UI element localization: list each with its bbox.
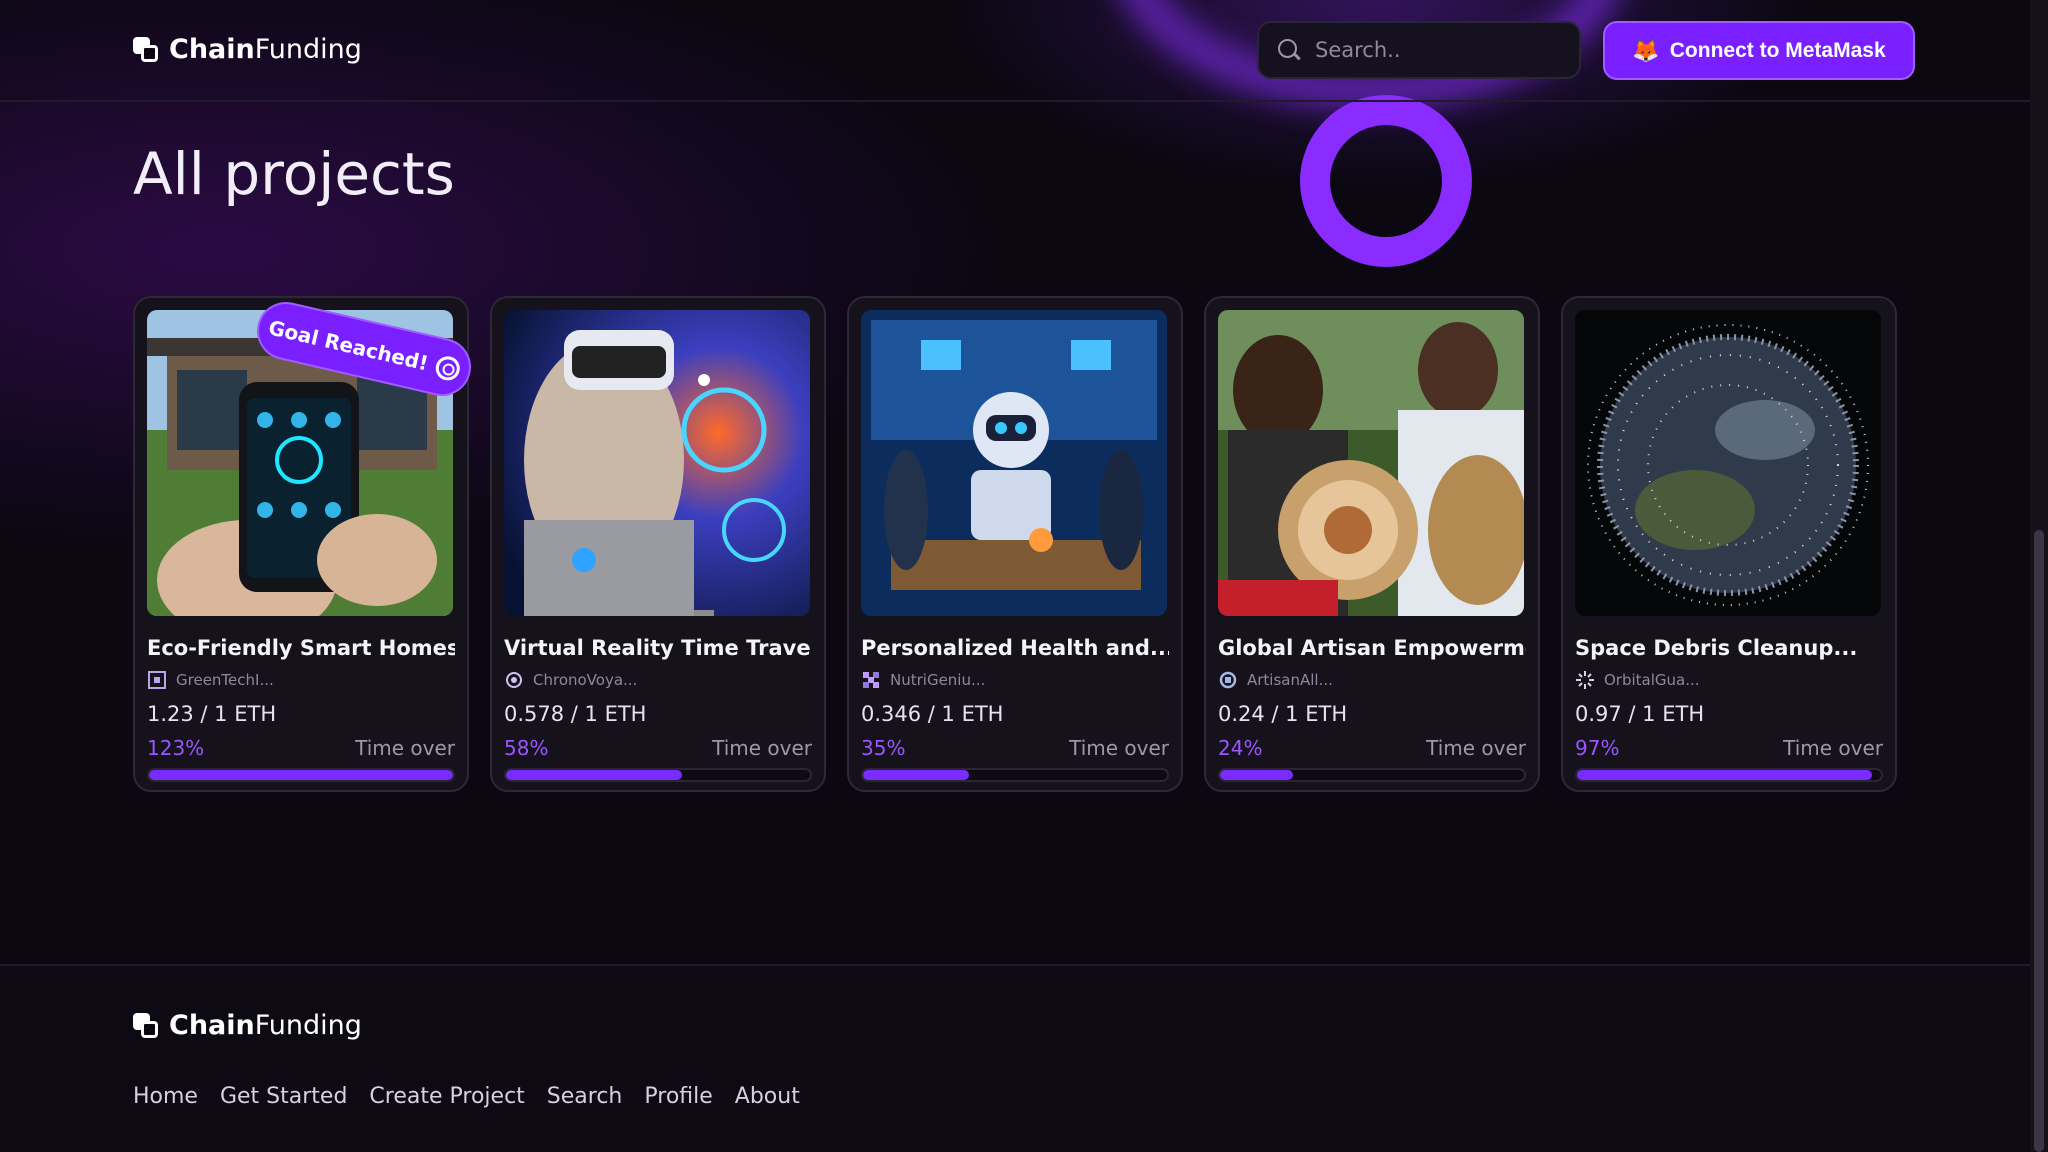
funding-progress-bar [1575,768,1883,782]
footer-nav: Home Get Started Create Project Search P… [133,1084,800,1109]
funding-percent: 58% [504,736,549,760]
footer-link-search[interactable]: Search [547,1084,623,1109]
funding-amount: 0.97 / 1 ETH [1575,702,1705,726]
footer-brand-logo[interactable]: ChainFunding [133,1010,362,1041]
chain-logo-icon [133,1012,159,1039]
creator-name: OrbitalGua... [1604,671,1700,689]
project-card[interactable]: Global Artisan Empowerme... ArtisanAll..… [1204,296,1540,792]
funding-percent: 123% [147,736,205,760]
footer-link-about[interactable]: About [735,1084,800,1109]
funding-amount: 0.24 / 1 ETH [1218,702,1348,726]
target-icon [432,353,462,383]
page-footer: ChainFunding Home Get Started Create Pro… [0,964,2030,1152]
creator-name: ChronoVoya... [533,671,638,689]
progress-fill [506,770,683,780]
funding-progress-bar [147,768,455,782]
time-status: Time over [1426,736,1526,760]
page: ChainFunding 🦊 Connect to MetaMask All p… [0,0,2048,1152]
funding-amount: 0.346 / 1 ETH [861,702,1004,726]
scrollbar-thumb[interactable] [2034,530,2044,1152]
project-card[interactable]: Personalized Health and... NutriGeniu...… [847,296,1183,792]
brand-logo[interactable]: ChainFunding [133,34,362,65]
progress-fill [863,770,970,780]
funding-percent: 35% [861,736,906,760]
funding-amount: 0.578 / 1 ETH [504,702,647,726]
project-creator[interactable]: NutriGeniu... [861,670,1169,690]
time-status: Time over [1069,736,1169,760]
funding-progress-bar [1218,768,1526,782]
top-header: ChainFunding 🦊 Connect to MetaMask [0,0,2030,102]
progress-fill [149,770,453,780]
creator-avatar-icon [1219,671,1237,689]
brand-name-light: Funding [254,1010,362,1041]
project-image-health [861,310,1167,616]
project-card[interactable]: Virtual Reality Time Travel... ChronoVoy… [490,296,826,792]
time-status: Time over [712,736,812,760]
creator-name: ArtisanAll... [1247,671,1333,689]
project-image-space-debris [1575,310,1881,616]
chain-logo-icon [133,36,159,63]
connect-label: Connect to MetaMask [1669,38,1886,62]
page-title: All projects [133,140,455,208]
time-status: Time over [355,736,455,760]
project-creator[interactable]: ArtisanAll... [1218,670,1526,690]
time-status: Time over [1783,736,1883,760]
funding-percent: 24% [1218,736,1263,760]
footer-link-create-project[interactable]: Create Project [369,1084,524,1109]
creator-name: GreenTechI... [176,671,274,689]
creator-name: NutriGeniu... [890,671,986,689]
creator-avatar-icon [1576,671,1594,689]
project-creator[interactable]: ChronoVoya... [504,670,812,690]
progress-fill [1220,770,1293,780]
funding-percent: 97% [1575,736,1620,760]
footer-link-get-started[interactable]: Get Started [220,1084,347,1109]
project-image-artisan [1218,310,1524,616]
decorative-ring [1300,95,1472,267]
projects-list: Eco-Friendly Smart Homes GreenTechI... 1… [133,296,1897,792]
creator-avatar-icon [148,671,166,689]
search-icon [1277,38,1301,62]
project-title[interactable]: Personalized Health and... [861,636,1169,660]
brand-name-bold: Chain [169,1010,255,1041]
project-title[interactable]: Virtual Reality Time Travel... [504,636,812,660]
footer-link-home[interactable]: Home [133,1084,198,1109]
metamask-fox-icon: 🦊 [1632,37,1660,63]
brand-name-light: Funding [254,34,362,65]
project-title[interactable]: Global Artisan Empowerme... [1218,636,1526,660]
footer-link-profile[interactable]: Profile [644,1084,712,1109]
page-scrollbar[interactable] [2030,0,2048,1152]
funding-progress-bar [861,768,1169,782]
connect-metamask-button[interactable]: 🦊 Connect to MetaMask [1603,21,1915,80]
creator-avatar-icon [506,672,522,688]
search-box[interactable] [1257,21,1581,79]
project-creator[interactable]: OrbitalGua... [1575,670,1883,690]
project-creator[interactable]: GreenTechI... [147,670,455,690]
creator-avatar-icon [863,672,879,688]
funding-amount: 1.23 / 1 ETH [147,702,277,726]
search-input[interactable] [1315,38,1555,62]
progress-fill [1577,770,1872,780]
project-card[interactable]: Eco-Friendly Smart Homes GreenTechI... 1… [133,296,477,792]
funding-progress-bar [504,768,812,782]
project-title[interactable]: Space Debris Cleanup... [1575,636,1883,660]
project-card[interactable]: Space Debris Cleanup... OrbitalGua... 0.… [1561,296,1897,792]
project-title[interactable]: Eco-Friendly Smart Homes [147,636,455,660]
project-image-vr-time-travel [504,310,810,616]
brand-name-bold: Chain [169,34,255,65]
